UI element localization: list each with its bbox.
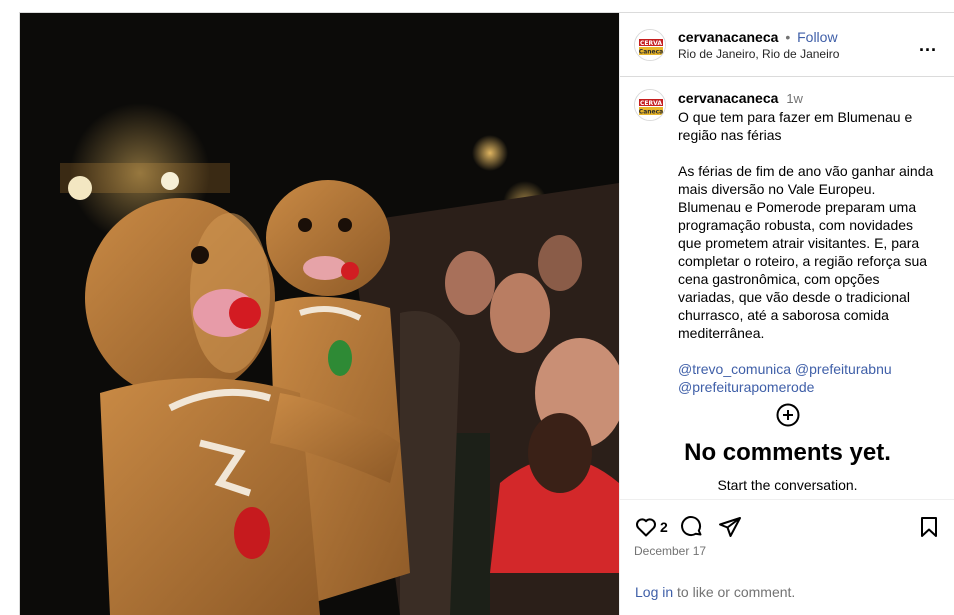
svg-text:CERVA: CERVA <box>640 100 662 107</box>
save-button[interactable] <box>917 515 941 539</box>
post-date[interactable]: December 17 <box>634 544 941 558</box>
post-header: CERVA Caneca cervanacaneca • Follow Rio … <box>620 13 954 77</box>
login-link[interactable]: Log in <box>635 584 673 600</box>
cerva-na-caneca-logo: CERVA Caneca <box>635 29 665 60</box>
svg-text:Caneca: Caneca <box>639 48 663 55</box>
start-conversation-text: Start the conversation. <box>717 477 858 493</box>
post-side-panel: CERVA Caneca cervanacaneca • Follow Rio … <box>619 13 954 615</box>
author-avatar[interactable]: CERVA Caneca <box>634 28 666 61</box>
like-count[interactable]: 2 <box>660 519 668 535</box>
separator-dot: • <box>785 28 791 45</box>
follow-button[interactable]: Follow <box>797 29 837 45</box>
heart-icon <box>636 518 656 537</box>
caption-text: As férias de fim de ano vão ganhar ainda… <box>678 163 934 341</box>
caption-mentions[interactable]: @trevo_comunica @prefeiturabnu @prefeitu… <box>678 360 938 396</box>
more-options-icon[interactable]: ... <box>916 36 940 54</box>
share-button[interactable] <box>718 515 742 539</box>
caption-author-username[interactable]: cervanacaneca <box>678 90 778 106</box>
login-prompt: Log in to like or comment. <box>635 584 795 600</box>
post-photo[interactable] <box>20 13 619 615</box>
gingerbread-mascots-photo <box>20 13 619 615</box>
login-prompt-text: to like or comment. <box>673 584 796 600</box>
post-caption: CERVA Caneca cervanacaneca 1w O que tem … <box>620 77 954 396</box>
like-button[interactable] <box>634 515 658 539</box>
comment-button[interactable] <box>680 515 704 539</box>
caption-author-avatar[interactable]: CERVA Caneca <box>634 89 666 121</box>
cerva-na-caneca-logo: CERVA Caneca <box>635 90 665 120</box>
post-dialog: CERVA Caneca cervanacaneca • Follow Rio … <box>19 12 954 615</box>
send-icon <box>718 517 741 537</box>
no-comments-title: No comments yet. <box>684 439 891 466</box>
svg-text:Caneca: Caneca <box>639 109 663 116</box>
svg-text:CERVA: CERVA <box>640 40 662 47</box>
caption-timestamp[interactable]: 1w <box>786 91 803 106</box>
caption-title: O que tem para fazer em Blumenau e regiã… <box>678 109 913 143</box>
comments-empty-state: No comments yet. Start the conversation. <box>620 403 954 493</box>
author-username[interactable]: cervanacaneca <box>678 29 778 45</box>
post-location[interactable]: Rio de Janeiro, Rio de Janeiro <box>678 46 916 62</box>
comment-icon <box>680 516 702 537</box>
bookmark-icon <box>921 517 937 537</box>
add-circle-icon <box>776 403 799 427</box>
post-actions: 2 December 17 <box>620 499 954 558</box>
